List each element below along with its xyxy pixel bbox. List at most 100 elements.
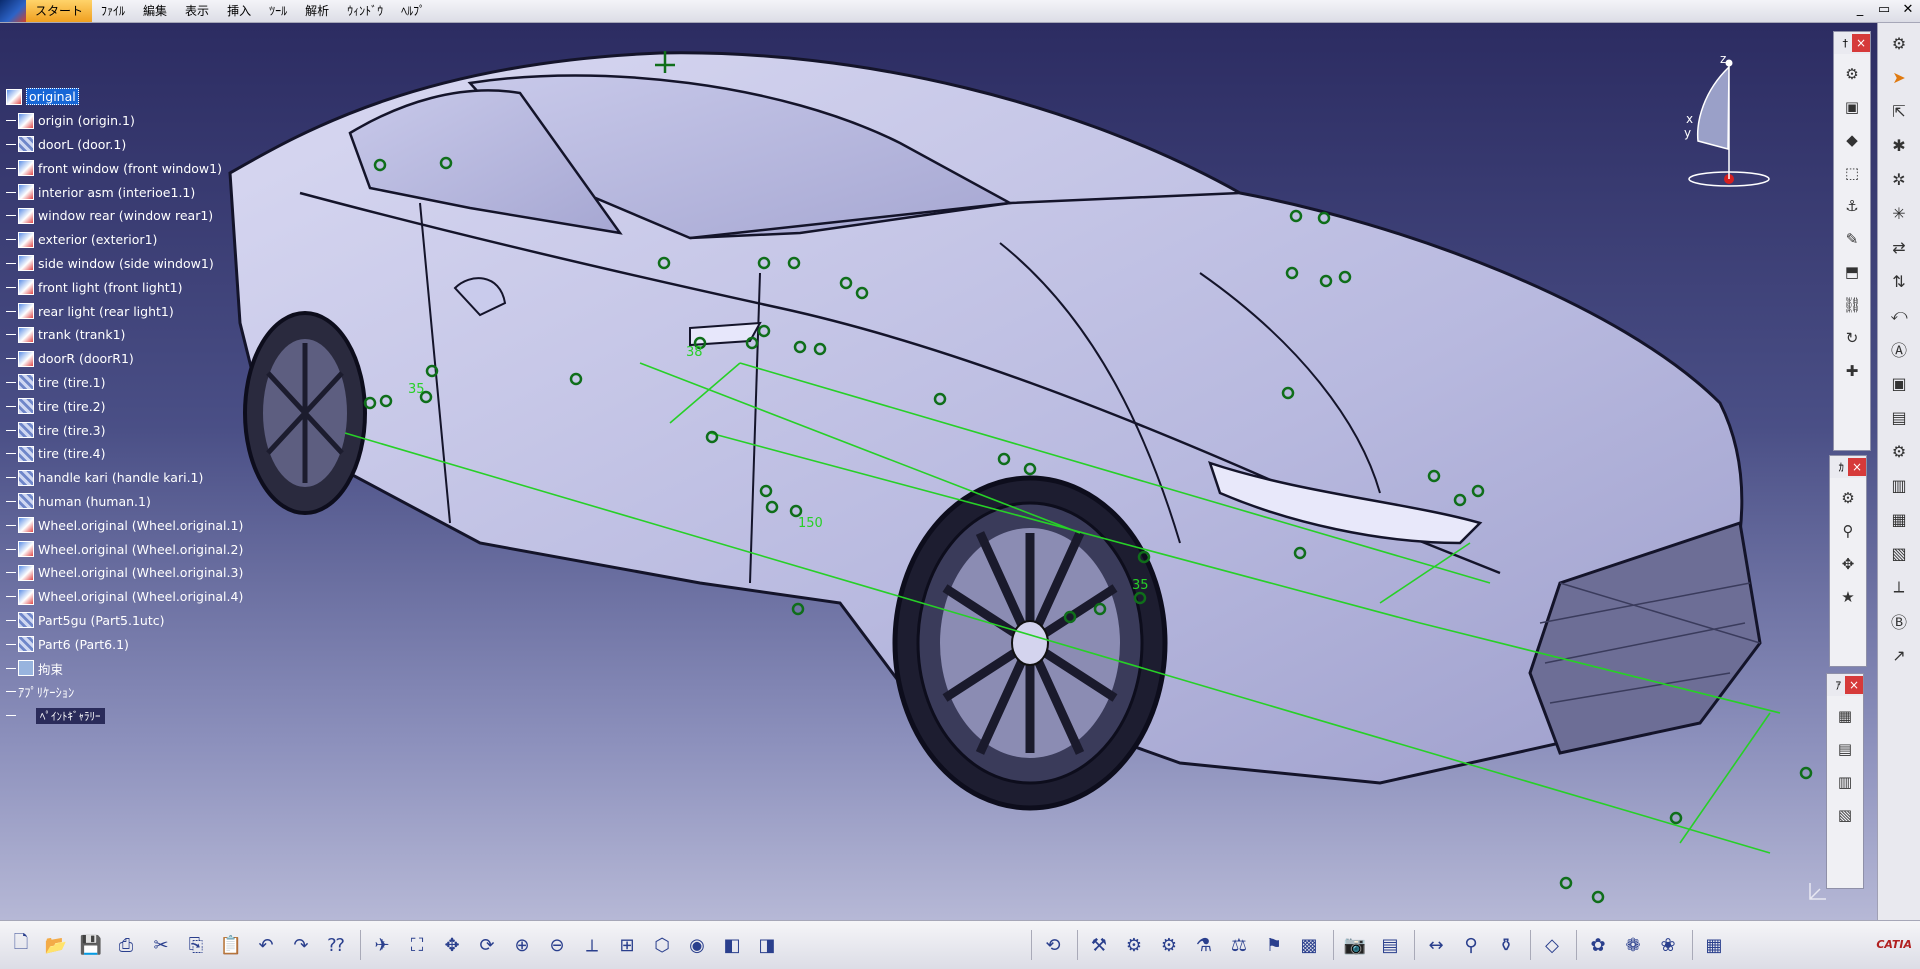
- toolbar-2-close-button[interactable]: ×: [1848, 458, 1866, 476]
- product-tool-1-icon[interactable]: ✱: [1885, 131, 1913, 159]
- app-tool-4-icon[interactable]: ▧: [1832, 802, 1858, 828]
- undo-icon[interactable]: ↶: [252, 931, 280, 959]
- restore-button[interactable]: ▭: [1876, 0, 1892, 20]
- menu-help[interactable]: ﾍﾙﾌﾟ: [392, 0, 434, 22]
- tree-node[interactable]: trank (trank1): [6, 323, 243, 347]
- capture-icon[interactable]: 📷: [1341, 931, 1369, 959]
- measure-inertia-icon[interactable]: ⚱: [1492, 931, 1520, 959]
- tree-node[interactable]: exterior (exterior1): [6, 228, 243, 252]
- tree-node[interactable]: Wheel.original (Wheel.original.4): [6, 585, 243, 609]
- close-window-button[interactable]: ✕: [1900, 0, 1916, 20]
- tree-node[interactable]: tire (tire.2): [6, 394, 243, 418]
- iso-view-icon[interactable]: ⬡: [648, 931, 676, 959]
- analysis-tool-4-icon[interactable]: ⚗: [1190, 931, 1218, 959]
- tree-node[interactable]: Part5gu (Part5.1utc): [6, 609, 243, 633]
- catalog-icon[interactable]: ▤: [1376, 931, 1404, 959]
- tree-node[interactable]: doorR (doorR1): [6, 347, 243, 371]
- assembly-tool-7-icon[interactable]: ⬒: [1839, 259, 1865, 285]
- tree-node[interactable]: Wheel.original (Wheel.original.2): [6, 537, 243, 561]
- app-tool-2-icon[interactable]: ▤: [1832, 736, 1858, 762]
- menu-file[interactable]: ﾌｧｲﾙ: [92, 0, 134, 22]
- pan-icon[interactable]: ✥: [438, 931, 466, 959]
- tree-node[interactable]: front light (front light1): [6, 275, 243, 299]
- tree-node[interactable]: tire (tire.3): [6, 418, 243, 442]
- tree-node-label[interactable]: rear light (rear light1): [38, 304, 174, 319]
- cut-icon[interactable]: ✂: [147, 931, 175, 959]
- update-icon[interactable]: ⟲: [1039, 931, 1067, 959]
- tree-node-label[interactable]: 拘束: [38, 659, 63, 678]
- app-tool-3-icon[interactable]: ▥: [1832, 769, 1858, 795]
- assembly-tool-4-icon[interactable]: ⬚: [1839, 160, 1865, 186]
- normal-view-icon[interactable]: ⟂: [578, 931, 606, 959]
- analysis-tool-5-icon[interactable]: ⚖: [1225, 931, 1253, 959]
- product-tool-8-icon[interactable]: ▣: [1885, 369, 1913, 397]
- tree-node-label[interactable]: tire (tire.1): [38, 375, 106, 390]
- constraint-tool-3-icon[interactable]: ✥: [1835, 551, 1861, 577]
- tree-node-label[interactable]: Part6 (Part6.1): [38, 637, 129, 652]
- measure-item-icon[interactable]: ⚲: [1457, 931, 1485, 959]
- tree-node[interactable]: rear light (rear light1): [6, 299, 243, 323]
- dimension-label-35b[interactable]: 35: [1132, 578, 1149, 593]
- grid-icon[interactable]: ▦: [1700, 931, 1728, 959]
- render-tool-3-icon[interactable]: ❀: [1654, 931, 1682, 959]
- dimension-label-38[interactable]: 38: [686, 345, 703, 360]
- tree-root[interactable]: original: [6, 85, 243, 109]
- tree-node[interactable]: ｱﾌﾟﾘｹｰｼｮﾝ: [6, 680, 243, 704]
- tree-node-label[interactable]: tire (tire.3): [38, 423, 106, 438]
- shading-icon[interactable]: ◉: [683, 931, 711, 959]
- analysis-tool-1-icon[interactable]: ⚒: [1085, 931, 1113, 959]
- zoom-out-icon[interactable]: ⊖: [543, 931, 571, 959]
- menu-analysis[interactable]: 解析: [296, 0, 338, 22]
- constraint-tool-2-icon[interactable]: ⚲: [1835, 518, 1861, 544]
- tree-node-label[interactable]: Part5gu (Part5.1utc): [38, 613, 164, 628]
- menu-view[interactable]: 表示: [176, 0, 218, 22]
- tree-node-label[interactable]: exterior (exterior1): [38, 232, 157, 247]
- render-tool-1-icon[interactable]: ✿: [1584, 931, 1612, 959]
- toolbar-3-close-button[interactable]: ×: [1845, 676, 1863, 694]
- new-file-icon[interactable]: 🗋: [7, 931, 35, 959]
- assembly-tool-10-icon[interactable]: ✚: [1839, 358, 1865, 384]
- product-tool-11-icon[interactable]: ▥: [1885, 471, 1913, 499]
- assembly-tool-9-icon[interactable]: ↻: [1839, 325, 1865, 351]
- settings-gear-icon[interactable]: ⚙: [1885, 29, 1913, 57]
- tree-node[interactable]: interior asm (interioe1.1): [6, 180, 243, 204]
- swap-space-icon[interactable]: ◨: [753, 931, 781, 959]
- paste-icon[interactable]: 📋: [217, 931, 245, 959]
- redo-icon[interactable]: ↷: [287, 931, 315, 959]
- fit-all-icon[interactable]: ⛶: [403, 931, 431, 959]
- product-tool-3-icon[interactable]: ✳: [1885, 199, 1913, 227]
- tree-node-label[interactable]: Wheel.original (Wheel.original.1): [38, 518, 243, 533]
- analysis-tool-7-icon[interactable]: ▩: [1295, 931, 1323, 959]
- dimension-label-150[interactable]: 150: [798, 516, 823, 531]
- tree-node-label[interactable]: doorL (door.1): [38, 137, 126, 152]
- app-tool-1-icon[interactable]: ▦: [1832, 703, 1858, 729]
- tree-node[interactable]: human (human.1): [6, 490, 243, 514]
- measure-between-icon[interactable]: ↔: [1422, 931, 1450, 959]
- dimension-label-35[interactable]: 35: [408, 382, 425, 397]
- product-tool-15-icon[interactable]: Ⓑ: [1885, 607, 1913, 635]
- zoom-in-icon[interactable]: ⊕: [508, 931, 536, 959]
- tree-node[interactable]: side window (side window1): [6, 252, 243, 276]
- tree-node-label[interactable]: Wheel.original (Wheel.original.3): [38, 565, 243, 580]
- constraint-tool-4-icon[interactable]: ★: [1835, 584, 1861, 610]
- tree-node-label[interactable]: interior asm (interioe1.1): [38, 185, 195, 200]
- product-tool-10-icon[interactable]: ⚙: [1885, 437, 1913, 465]
- tree-node-label[interactable]: handle kari (handle kari.1): [38, 470, 203, 485]
- tree-node-label[interactable]: side window (side window1): [38, 256, 214, 271]
- analysis-tool-3-icon[interactable]: ⚙: [1155, 931, 1183, 959]
- product-tool-16-icon[interactable]: ↗: [1885, 641, 1913, 669]
- print-icon[interactable]: ⎙: [112, 931, 140, 959]
- product-tool-14-icon[interactable]: ⟂: [1885, 573, 1913, 601]
- analysis-tool-6-icon[interactable]: ⚑: [1260, 931, 1288, 959]
- tree-node-label[interactable]: origin (origin.1): [38, 113, 135, 128]
- menu-window[interactable]: ｳｨﾝﾄﾞｳ: [338, 0, 392, 22]
- product-tool-7-icon[interactable]: Ⓐ: [1885, 335, 1913, 363]
- hide-show-icon[interactable]: ◧: [718, 931, 746, 959]
- fly-mode-icon[interactable]: ✈: [368, 931, 396, 959]
- tree-node[interactable]: Part6 (Part6.1): [6, 632, 243, 656]
- assembly-tool-6-icon[interactable]: ✎: [1839, 226, 1865, 252]
- multi-view-icon[interactable]: ⊞: [613, 931, 641, 959]
- open-file-icon[interactable]: 📂: [42, 931, 70, 959]
- tree-node[interactable]: tire (tire.1): [6, 371, 243, 395]
- app-logo-icon[interactable]: [0, 0, 26, 22]
